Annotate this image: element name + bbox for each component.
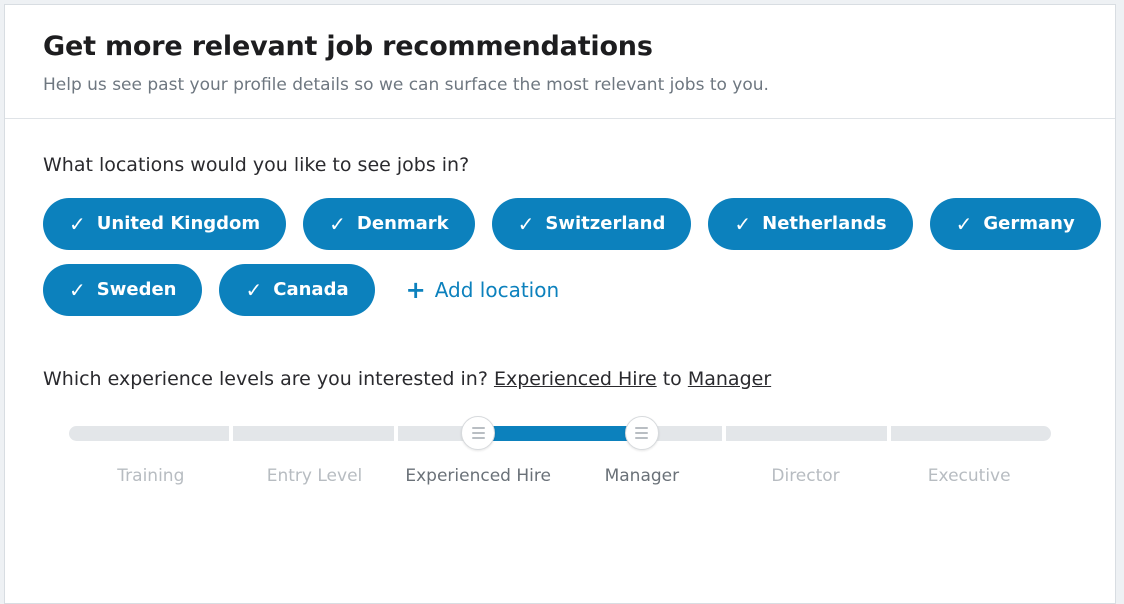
location-pill-switzerland[interactable]: ✓ Switzerland — [491, 197, 692, 250]
location-pill-label: Netherlands — [762, 213, 887, 235]
experience-range-to[interactable]: Manager — [688, 368, 771, 390]
location-pill-label: Sweden — [96, 279, 177, 301]
location-pill-label: United Kingdom — [96, 213, 261, 235]
check-icon: ✓ — [734, 211, 752, 236]
grip-line — [635, 436, 649, 439]
slider-handle-right[interactable] — [624, 415, 659, 450]
location-pill-united-kingdom[interactable]: ✓ United Kingdom — [43, 197, 287, 250]
slider-tick-label[interactable]: Training — [69, 466, 233, 486]
check-icon: ✓ — [69, 277, 86, 302]
location-pill-label: Canada — [273, 279, 349, 301]
location-pill-label: Switzerland — [545, 213, 666, 235]
experience-section: Which experience levels are you interest… — [43, 368, 1077, 486]
recommendations-card: Get more relevant job recommendations He… — [4, 4, 1116, 604]
slider-selected-range — [478, 425, 642, 441]
location-pill-sweden[interactable]: ✓ Sweden — [43, 263, 203, 316]
slider-tick-labels: Training Entry Level Experienced Hire Manag… — [69, 466, 1051, 486]
slider-tick-label[interactable]: Executive — [887, 466, 1051, 486]
location-pill-row-2: ✓ Sweden ✓ Canada + Add location — [43, 263, 1077, 316]
location-pill-canada[interactable]: ✓ Canada — [219, 263, 375, 316]
experience-question: Which experience levels are you interest… — [43, 368, 1077, 390]
grip-line — [471, 436, 485, 439]
location-pill-germany[interactable]: ✓ Germany — [929, 197, 1101, 250]
slider-tick-label[interactable]: Director — [724, 466, 888, 486]
slider-segment[interactable] — [233, 425, 394, 441]
card-header: Get more relevant job recommendations He… — [5, 5, 1115, 120]
slider-tick-label[interactable]: Entry Level — [233, 466, 397, 486]
check-icon: ✓ — [329, 211, 346, 236]
experience-range-from[interactable]: Experienced Hire — [494, 368, 657, 390]
check-icon: ✓ — [245, 277, 263, 302]
plus-icon: + — [405, 275, 426, 304]
experience-question-text: Which experience levels are you interest… — [43, 367, 488, 390]
location-pill-group: ✓ United Kingdom ✓ Denmark ✓ Switzerland… — [43, 197, 1101, 316]
slider-tick-label[interactable]: Experienced Hire — [396, 466, 560, 486]
experience-range-slider[interactable] — [69, 414, 1051, 460]
card-body: What locations would you like to see job… — [5, 119, 1115, 486]
slider-segment[interactable] — [726, 425, 887, 441]
experience-range-joiner: to — [662, 367, 682, 390]
slider-handle-left[interactable] — [461, 415, 496, 450]
page-title: Get more relevant job recommendations — [43, 31, 653, 62]
location-pill-label: Germany — [983, 213, 1075, 235]
check-icon: ✓ — [517, 211, 535, 236]
add-location-label: Add location — [434, 277, 560, 302]
slider-segment[interactable] — [890, 425, 1051, 441]
location-pill-netherlands[interactable]: ✓ Netherlands — [708, 197, 913, 250]
check-icon: ✓ — [69, 211, 86, 236]
location-pill-label: Denmark — [356, 213, 449, 235]
locations-question: What locations would you like to see job… — [43, 154, 470, 177]
grip-line — [635, 431, 649, 434]
slider-tick-label[interactable]: Manager — [560, 466, 724, 486]
check-icon: ✓ — [955, 211, 973, 236]
location-pill-row-1: ✓ United Kingdom ✓ Denmark ✓ Switzerland… — [43, 197, 1101, 250]
location-pill-denmark[interactable]: ✓ Denmark — [303, 197, 475, 250]
page-subtitle: Help us see past your profile details so… — [43, 75, 769, 96]
grip-line — [471, 431, 485, 434]
slider-segment[interactable] — [69, 425, 230, 441]
grip-line — [635, 426, 649, 429]
grip-line — [471, 426, 485, 429]
add-location-button[interactable]: + Add location — [406, 278, 560, 302]
